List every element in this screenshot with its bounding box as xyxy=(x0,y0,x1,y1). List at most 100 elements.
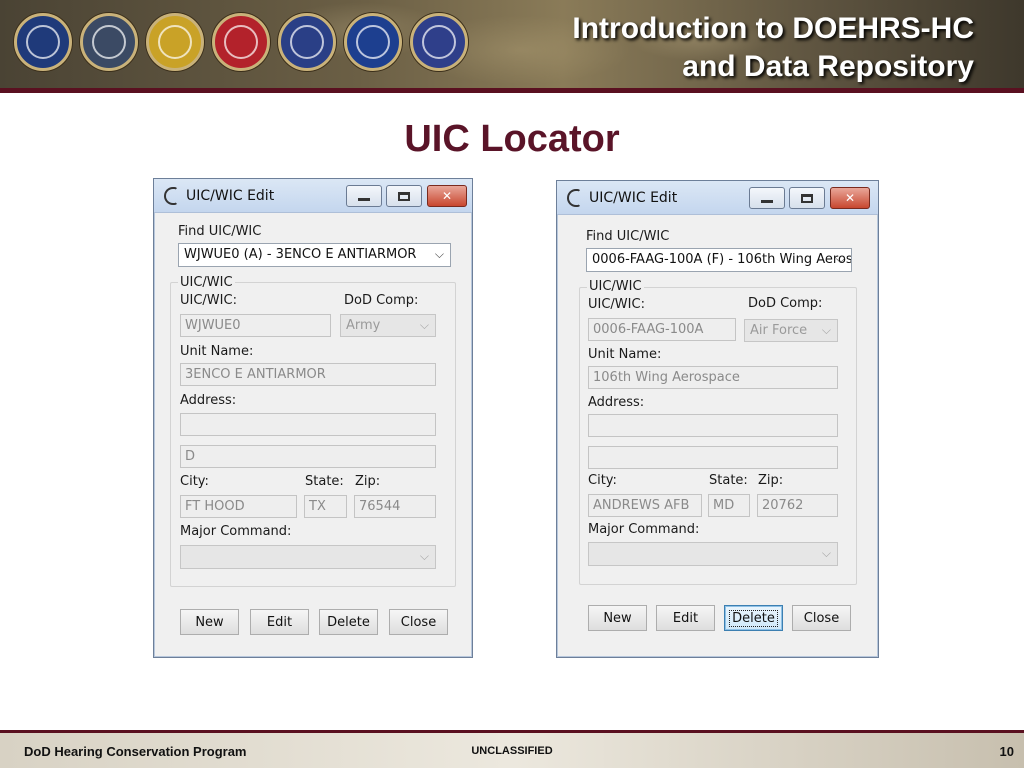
address-line1-field[interactable] xyxy=(180,413,436,436)
chevron-down-icon: ⌵ xyxy=(419,318,429,332)
maximize-icon xyxy=(398,191,410,201)
find-uic-select[interactable]: 0006-FAAG-100A (F) - 106th Wing Aerosp ⌵ xyxy=(586,248,852,272)
uic-group-label: UIC/WIC xyxy=(587,279,644,294)
state-field[interactable]: MD xyxy=(708,494,750,517)
city-field[interactable]: FT HOOD xyxy=(180,495,297,518)
new-button[interactable]: New xyxy=(588,605,647,631)
delete-button[interactable]: Delete xyxy=(319,609,378,635)
chevron-down-icon: ⌵ xyxy=(419,549,429,563)
dod-comp-select[interactable]: Army ⌵ xyxy=(340,314,436,337)
address-label: Address: xyxy=(588,395,645,410)
delete-button-label: Delete xyxy=(729,609,778,627)
close-button[interactable]: Close xyxy=(389,609,448,635)
close-window-button[interactable]: ✕ xyxy=(427,185,467,207)
maximize-button[interactable] xyxy=(789,187,825,209)
city-label: City: xyxy=(588,473,617,488)
city-field[interactable]: ANDREWS AFB xyxy=(588,494,702,517)
defense-health-agency-seal-icon xyxy=(410,13,468,71)
new-button[interactable]: New xyxy=(180,609,239,635)
page-number: 10 xyxy=(999,744,1014,759)
zip-field[interactable]: 20762 xyxy=(757,494,838,517)
edit-button[interactable]: Edit xyxy=(250,609,309,635)
minimize-icon xyxy=(761,199,773,203)
new-button-label: New xyxy=(603,610,632,626)
unit-name-label: Unit Name: xyxy=(588,347,662,362)
close-icon: ✕ xyxy=(441,189,453,203)
edit-button-label: Edit xyxy=(266,614,293,630)
delete-button[interactable]: Delete xyxy=(724,605,783,631)
ear-icon xyxy=(164,187,178,205)
window-titlebar[interactable]: UIC/WIC Edit ✕ xyxy=(557,181,878,215)
new-button-label: New xyxy=(195,614,224,630)
uic-edit-window-air-force: UIC/WIC Edit ✕ Find UIC/WIC 0006-FAAG-10… xyxy=(556,180,879,658)
find-uic-value: 0006-FAAG-100A (F) - 106th Wing Aerosp xyxy=(592,252,852,267)
minimize-button[interactable] xyxy=(346,185,382,207)
marine-corps-seal-icon xyxy=(212,13,270,71)
state-label: State: xyxy=(305,474,344,489)
close-button[interactable]: Close xyxy=(792,605,851,631)
dod-comp-select[interactable]: Air Force ⌵ xyxy=(744,319,838,342)
window-title: UIC/WIC Edit xyxy=(186,188,275,204)
uic-group-label: UIC/WIC xyxy=(178,275,235,290)
edit-button-label: Edit xyxy=(672,610,699,626)
header-divider xyxy=(0,88,1024,93)
footer-classification: UNCLASSIFIED xyxy=(471,745,553,757)
army-seal-icon xyxy=(146,13,204,71)
close-button-label: Close xyxy=(400,614,437,630)
major-command-select[interactable]: ⌵ xyxy=(588,542,838,566)
air-force-seal-icon xyxy=(344,13,402,71)
header-title-line1: Introduction to DOEHRS-HC xyxy=(572,12,974,45)
chevron-down-icon: ⌵ xyxy=(821,546,831,560)
maximize-button[interactable] xyxy=(386,185,422,207)
major-command-label: Major Command: xyxy=(180,524,292,539)
uic-label: UIC/WIC: xyxy=(588,297,645,312)
chevron-down-icon: ⌵ xyxy=(821,323,831,337)
dod-comp-label: DoD Comp: xyxy=(344,293,419,308)
header-banner: Introduction to DOEHRS-HC and Data Repos… xyxy=(0,0,1024,88)
zip-field[interactable]: 76544 xyxy=(354,495,436,518)
find-uic-label: Find UIC/WIC xyxy=(178,224,262,239)
maximize-icon xyxy=(801,193,813,203)
slide-title: UIC Locator xyxy=(404,118,620,160)
dod-comp-value: Army xyxy=(346,318,381,333)
address-line2-field[interactable] xyxy=(588,446,838,469)
header-title-line2: and Data Repository xyxy=(682,50,974,83)
state-label: State: xyxy=(709,473,748,488)
navy-seal-icon xyxy=(278,13,336,71)
minimize-button[interactable] xyxy=(749,187,785,209)
ear-icon xyxy=(567,189,581,207)
chevron-down-icon: ⌵ xyxy=(434,247,444,261)
dod-comp-label: DoD Comp: xyxy=(748,296,823,311)
edit-button[interactable]: Edit xyxy=(656,605,715,631)
uic-edit-window-army: UIC/WIC Edit ✕ Find UIC/WIC WJWUE0 (A) -… xyxy=(153,178,473,658)
address-line2-field[interactable]: D xyxy=(180,445,436,468)
state-field[interactable]: TX xyxy=(304,495,347,518)
major-command-select[interactable]: ⌵ xyxy=(180,545,436,569)
minimize-icon xyxy=(358,197,370,201)
address-label: Address: xyxy=(180,393,237,408)
seal-row xyxy=(14,13,468,71)
unit-name-label: Unit Name: xyxy=(180,344,254,359)
dept-defense-seal-icon xyxy=(14,13,72,71)
find-uic-label: Find UIC/WIC xyxy=(586,229,670,244)
uic-field[interactable]: WJWUE0 xyxy=(180,314,331,337)
major-command-label: Major Command: xyxy=(588,522,700,537)
chevron-down-icon: ⌵ xyxy=(835,252,845,266)
unit-name-field[interactable]: 3ENCO E ANTIARMOR xyxy=(180,363,436,386)
close-button-label: Close xyxy=(803,610,840,626)
close-window-button[interactable]: ✕ xyxy=(830,187,870,209)
close-icon: ✕ xyxy=(844,191,856,205)
health-seal-icon xyxy=(80,13,138,71)
uic-field[interactable]: 0006-FAAG-100A xyxy=(588,318,736,341)
unit-name-field[interactable]: 106th Wing Aerospace xyxy=(588,366,838,389)
dod-comp-value: Air Force xyxy=(750,323,808,338)
find-uic-value: WJWUE0 (A) - 3ENCO E ANTIARMOR xyxy=(184,247,417,262)
find-uic-select[interactable]: WJWUE0 (A) - 3ENCO E ANTIARMOR ⌵ xyxy=(178,243,451,267)
zip-label: Zip: xyxy=(355,474,381,489)
city-label: City: xyxy=(180,474,209,489)
window-titlebar[interactable]: UIC/WIC Edit ✕ xyxy=(154,179,472,213)
uic-label: UIC/WIC: xyxy=(180,293,237,308)
address-line1-field[interactable] xyxy=(588,414,838,437)
zip-label: Zip: xyxy=(758,473,784,488)
window-title: UIC/WIC Edit xyxy=(589,190,678,206)
